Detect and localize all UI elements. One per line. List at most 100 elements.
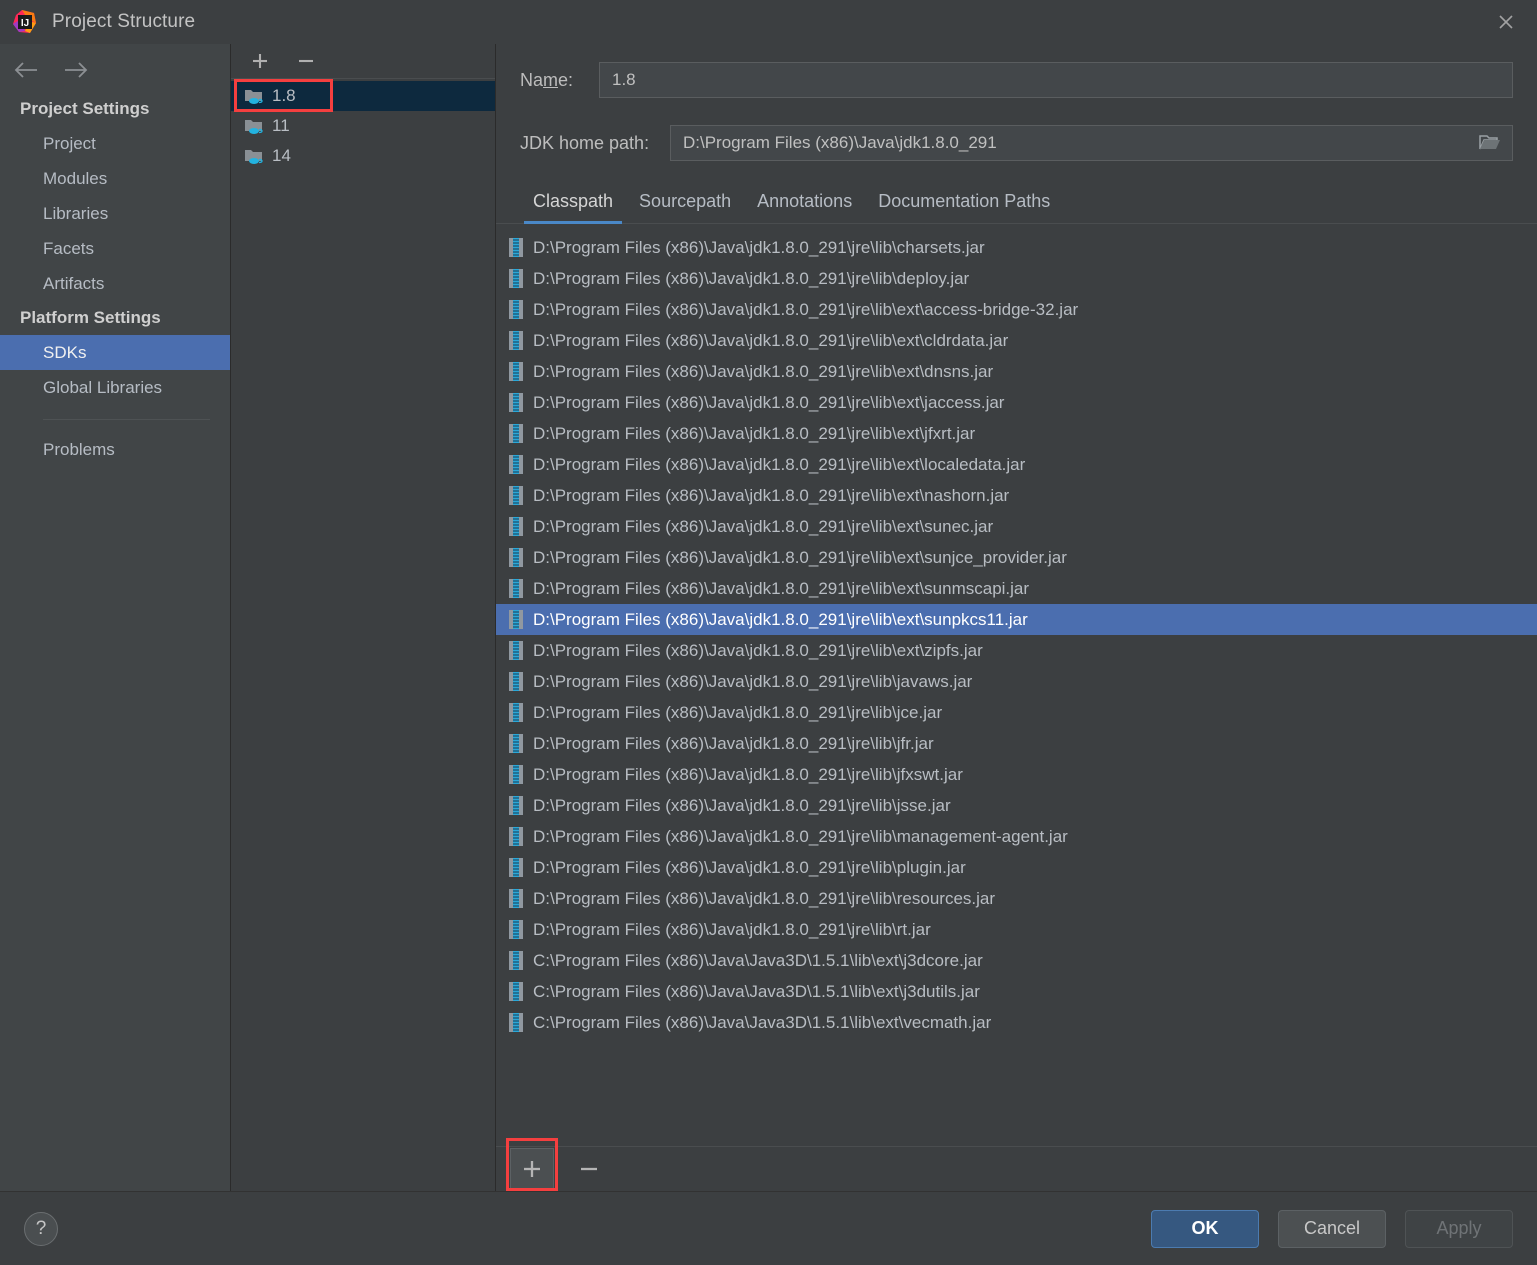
classpath-row[interactable]: D:\Program Files (x86)\Java\jdk1.8.0_291… (496, 697, 1537, 728)
classpath-add-button[interactable] (510, 1147, 554, 1191)
jar-file-icon (509, 300, 523, 319)
jar-file-icon (509, 765, 523, 784)
sidebar-item-modules[interactable]: Modules (0, 161, 230, 196)
classpath-row[interactable]: D:\Program Files (x86)\Java\jdk1.8.0_291… (496, 325, 1537, 356)
sidebar-item-artifacts[interactable]: Artifacts (0, 266, 230, 301)
sidebar-item-facets[interactable]: Facets (0, 231, 230, 266)
jar-file-icon (509, 517, 523, 536)
intellij-idea-logo-icon: IJ (12, 9, 38, 35)
classpath-row-label: D:\Program Files (x86)\Java\jdk1.8.0_291… (533, 299, 1079, 319)
jar-file-icon (509, 982, 523, 1001)
jar-file-icon (509, 579, 523, 598)
classpath-row[interactable]: D:\Program Files (x86)\Java\jdk1.8.0_291… (496, 263, 1537, 294)
classpath-row-label: D:\Program Files (x86)\Java\jdk1.8.0_291… (533, 485, 1010, 505)
name-input[interactable]: 1.8 (599, 62, 1513, 98)
sdk-list-toolbar (231, 44, 495, 79)
arrow-left-icon[interactable] (10, 55, 44, 85)
classpath-row-label: D:\Program Files (x86)\Java\jdk1.8.0_291… (533, 392, 1005, 412)
sdk-item-label: 11 (272, 116, 290, 135)
classpath-row[interactable]: D:\Program Files (x86)\Java\jdk1.8.0_291… (496, 511, 1537, 542)
sidebar-item-problems[interactable]: Problems (0, 432, 230, 467)
sdk-remove-button[interactable] (291, 47, 321, 75)
classpath-row-label: C:\Program Files (x86)\Java\Java3D\1.5.1… (533, 981, 980, 1001)
sdk-item-14[interactable]: 14 (231, 141, 495, 171)
folder-open-icon[interactable] (1478, 132, 1502, 154)
classpath-row-label: D:\Program Files (x86)\Java\jdk1.8.0_291… (533, 609, 1028, 629)
sidebar-item-sdks[interactable]: SDKs (0, 335, 230, 370)
jdk-home-path-row: JDK home path: D:\Program Files (x86)\Ja… (496, 125, 1537, 161)
tab-classpath[interactable]: Classpath (520, 187, 626, 224)
classpath-row-label: D:\Program Files (x86)\Java\jdk1.8.0_291… (533, 268, 970, 288)
jar-file-icon (509, 951, 523, 970)
classpath-remove-button[interactable] (567, 1148, 611, 1191)
close-icon[interactable] (1475, 0, 1537, 44)
classpath-row-label: D:\Program Files (x86)\Java\jdk1.8.0_291… (533, 919, 931, 939)
classpath-row[interactable]: C:\Program Files (x86)\Java\Java3D\1.5.1… (496, 1007, 1537, 1038)
jar-file-icon (509, 1013, 523, 1032)
jar-file-icon (509, 393, 523, 412)
sidebar-item-project[interactable]: Project (0, 126, 230, 161)
classpath-row[interactable]: D:\Program Files (x86)\Java\jdk1.8.0_291… (496, 449, 1537, 480)
jar-file-icon (509, 486, 523, 505)
classpath-row[interactable]: D:\Program Files (x86)\Java\jdk1.8.0_291… (496, 418, 1537, 449)
jdk-home-path-value: D:\Program Files (x86)\Java\jdk1.8.0_291 (683, 133, 997, 152)
classpath-row-label: C:\Program Files (x86)\Java\Java3D\1.5.1… (533, 1012, 992, 1032)
classpath-row[interactable]: D:\Program Files (x86)\Java\jdk1.8.0_291… (496, 635, 1537, 666)
classpath-row[interactable]: D:\Program Files (x86)\Java\jdk1.8.0_291… (496, 883, 1537, 914)
jar-file-icon (509, 796, 523, 815)
classpath-row-label: D:\Program Files (x86)\Java\jdk1.8.0_291… (533, 795, 951, 815)
sdk-item-11[interactable]: 11 (231, 111, 495, 141)
jar-file-icon (509, 548, 523, 567)
classpath-row-label: D:\Program Files (x86)\Java\jdk1.8.0_291… (533, 547, 1067, 567)
jdk-folder-icon (244, 147, 264, 165)
sdk-item-label: 14 (272, 146, 291, 165)
detail-tabs: Classpath Sourcepath Annotations Documen… (496, 187, 1537, 224)
classpath-row[interactable]: D:\Program Files (x86)\Java\jdk1.8.0_291… (496, 604, 1537, 635)
sdk-item-1-8[interactable]: 1.8 (231, 81, 495, 111)
navigation-row (0, 48, 230, 92)
name-input-value: 1.8 (612, 70, 636, 89)
classpath-row[interactable]: D:\Program Files (x86)\Java\jdk1.8.0_291… (496, 480, 1537, 511)
sdk-detail-panel: Name: 1.8 JDK home path: D:\Program File… (496, 44, 1537, 1191)
classpath-row[interactable]: D:\Program Files (x86)\Java\jdk1.8.0_291… (496, 542, 1537, 573)
dialog-footer: ? OK Cancel Apply (0, 1191, 1537, 1265)
cancel-button[interactable]: Cancel (1278, 1209, 1386, 1248)
help-button[interactable]: ? (24, 1211, 58, 1246)
title-bar: IJ Project Structure (0, 0, 1537, 44)
classpath-row[interactable]: D:\Program Files (x86)\Java\jdk1.8.0_291… (496, 790, 1537, 821)
classpath-row[interactable]: D:\Program Files (x86)\Java\jdk1.8.0_291… (496, 759, 1537, 790)
classpath-row[interactable]: D:\Program Files (x86)\Java\jdk1.8.0_291… (496, 232, 1537, 263)
classpath-row[interactable]: D:\Program Files (x86)\Java\jdk1.8.0_291… (496, 666, 1537, 697)
classpath-row-label: D:\Program Files (x86)\Java\jdk1.8.0_291… (533, 640, 983, 660)
sdk-add-button[interactable] (245, 47, 275, 75)
classpath-row[interactable]: D:\Program Files (x86)\Java\jdk1.8.0_291… (496, 573, 1537, 604)
classpath-row[interactable]: D:\Program Files (x86)\Java\jdk1.8.0_291… (496, 821, 1537, 852)
jar-file-icon (509, 734, 523, 753)
sidebar-item-libraries[interactable]: Libraries (0, 196, 230, 231)
name-label: Name: (520, 69, 574, 90)
classpath-row-label: D:\Program Files (x86)\Java\jdk1.8.0_291… (533, 423, 976, 443)
classpath-row[interactable]: D:\Program Files (x86)\Java\jdk1.8.0_291… (496, 728, 1537, 759)
classpath-row-label: D:\Program Files (x86)\Java\jdk1.8.0_291… (533, 330, 1009, 350)
ok-button[interactable]: OK (1151, 1209, 1259, 1248)
jar-file-icon (509, 889, 523, 908)
jdk-home-path-input[interactable]: D:\Program Files (x86)\Java\jdk1.8.0_291 (670, 125, 1513, 161)
arrow-right-icon[interactable] (58, 55, 92, 85)
sidebar-item-global-libraries[interactable]: Global Libraries (0, 370, 230, 405)
apply-button: Apply (1405, 1209, 1513, 1248)
tab-sourcepath[interactable]: Sourcepath (626, 187, 744, 223)
classpath-row[interactable]: C:\Program Files (x86)\Java\Java3D\1.5.1… (496, 976, 1537, 1007)
classpath-row[interactable]: D:\Program Files (x86)\Java\jdk1.8.0_291… (496, 852, 1537, 883)
classpath-row-label: D:\Program Files (x86)\Java\jdk1.8.0_291… (533, 826, 1068, 846)
jar-file-icon (509, 238, 523, 257)
classpath-row-label: D:\Program Files (x86)\Java\jdk1.8.0_291… (533, 454, 1026, 474)
tab-annotations[interactable]: Annotations (744, 187, 865, 223)
classpath-row[interactable]: D:\Program Files (x86)\Java\jdk1.8.0_291… (496, 914, 1537, 945)
jar-file-icon (509, 455, 523, 474)
classpath-row[interactable]: C:\Program Files (x86)\Java\Java3D\1.5.1… (496, 945, 1537, 976)
classpath-row[interactable]: D:\Program Files (x86)\Java\jdk1.8.0_291… (496, 294, 1537, 325)
classpath-row-label: D:\Program Files (x86)\Java\jdk1.8.0_291… (533, 702, 943, 722)
classpath-row[interactable]: D:\Program Files (x86)\Java\jdk1.8.0_291… (496, 387, 1537, 418)
tab-documentation-paths[interactable]: Documentation Paths (865, 187, 1063, 223)
classpath-row[interactable]: D:\Program Files (x86)\Java\jdk1.8.0_291… (496, 356, 1537, 387)
